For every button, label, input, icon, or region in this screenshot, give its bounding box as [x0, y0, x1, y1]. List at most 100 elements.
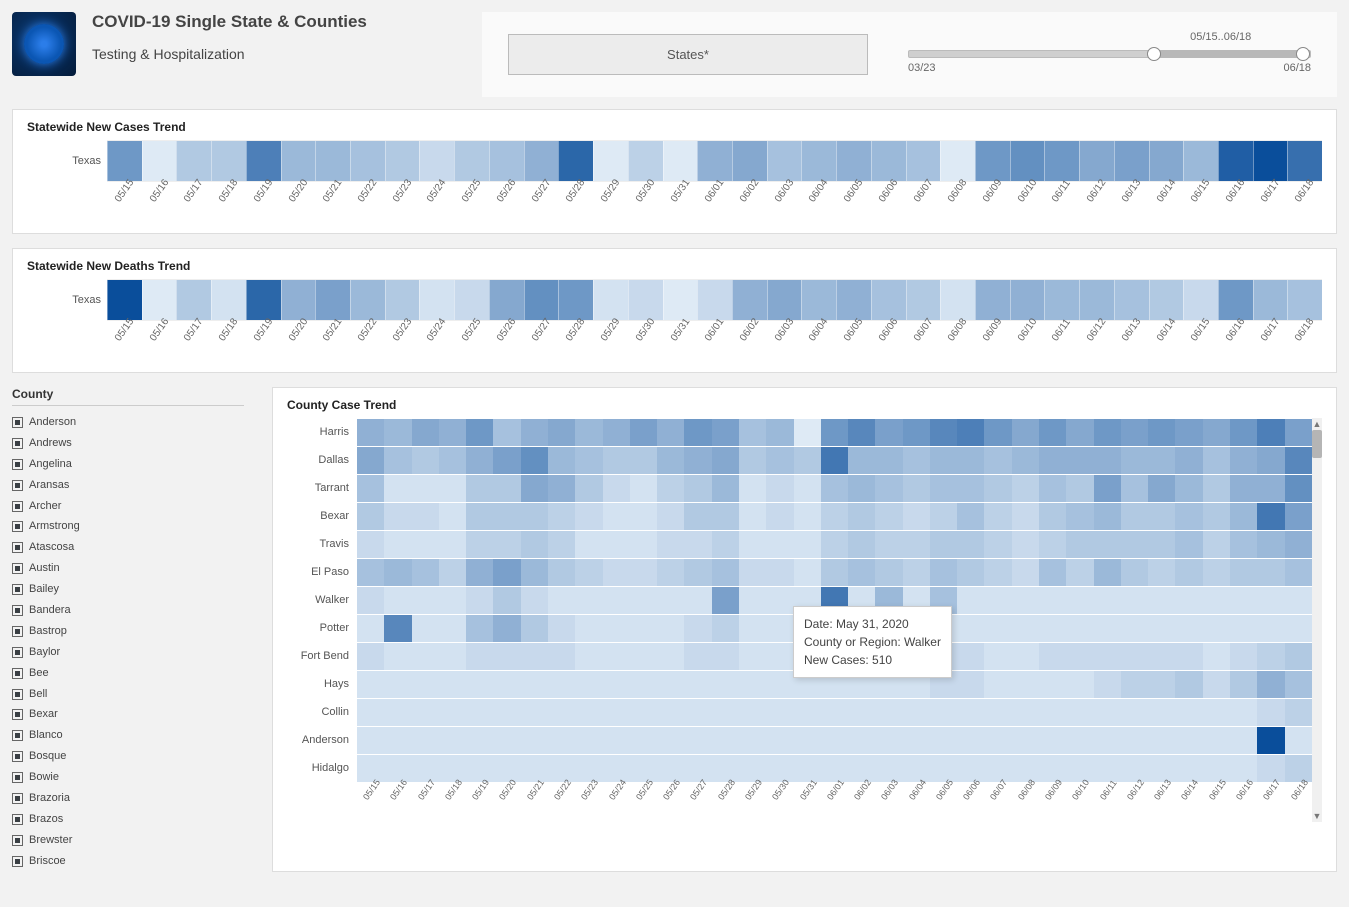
filter-item[interactable]: Angelina	[12, 454, 244, 475]
heatmap-cell[interactable]	[1094, 447, 1121, 474]
filter-item[interactable]: Briscoe	[12, 851, 244, 872]
heatmap-cell[interactable]	[1039, 559, 1066, 586]
heatmap-cell[interactable]	[930, 475, 957, 502]
heatmap-cell[interactable]	[984, 587, 1011, 614]
heatmap-cell[interactable]	[712, 447, 739, 474]
heatmap-cell[interactable]	[575, 643, 602, 670]
heatmap-cell[interactable]	[439, 447, 466, 474]
heatmap-cell[interactable]	[1039, 531, 1066, 558]
heatmap-cell[interactable]	[984, 671, 1011, 698]
heatmap-cell[interactable]	[521, 475, 548, 502]
heatmap-cell[interactable]	[1175, 643, 1202, 670]
heatmap-cell[interactable]	[439, 531, 466, 558]
heatmap-cell[interactable]	[957, 643, 984, 670]
heatmap-cell[interactable]	[739, 419, 766, 446]
heatmap-cell[interactable]	[684, 419, 711, 446]
heatmap-cell[interactable]	[930, 559, 957, 586]
heatmap-cell[interactable]	[1039, 503, 1066, 530]
heatmap-cell[interactable]	[521, 699, 548, 726]
heatmap-cell[interactable]	[1285, 447, 1312, 474]
heatmap-cell[interactable]	[821, 447, 848, 474]
heatmap-cell[interactable]	[1066, 587, 1093, 614]
heatmap-cell[interactable]	[984, 475, 1011, 502]
heatmap-cell[interactable]	[412, 727, 439, 754]
heatmap-cell[interactable]	[657, 671, 684, 698]
checkbox-icon[interactable]	[12, 793, 23, 804]
heatmap-cell[interactable]	[684, 475, 711, 502]
heatmap-cell[interactable]	[657, 615, 684, 642]
heatmap-cell[interactable]	[357, 643, 384, 670]
heatmap-cell[interactable]	[1175, 503, 1202, 530]
heatmap-cell[interactable]	[466, 503, 493, 530]
heatmap-cell[interactable]	[903, 447, 930, 474]
heatmap-cell[interactable]	[493, 559, 520, 586]
heatmap-cell[interactable]	[875, 447, 902, 474]
heatmap-cell[interactable]	[412, 447, 439, 474]
heatmap-cell[interactable]	[712, 587, 739, 614]
heatmap-cell[interactable]	[903, 559, 930, 586]
heatmap-cell[interactable]	[984, 643, 1011, 670]
heatmap-cell[interactable]	[739, 503, 766, 530]
heatmap-cell[interactable]	[466, 587, 493, 614]
heatmap-cell[interactable]	[903, 419, 930, 446]
heatmap-cell[interactable]	[684, 643, 711, 670]
heatmap-cell[interactable]	[603, 727, 630, 754]
heatmap-cell[interactable]	[603, 531, 630, 558]
checkbox-icon[interactable]	[12, 856, 23, 867]
heatmap-cell[interactable]	[984, 531, 1011, 558]
heatmap-cell[interactable]	[575, 531, 602, 558]
heatmap-cell[interactable]	[739, 447, 766, 474]
heatmap-cell[interactable]	[439, 671, 466, 698]
heatmap-cell[interactable]	[1285, 475, 1312, 502]
heatmap-cell[interactable]	[903, 727, 930, 754]
filter-item[interactable]: Andrews	[12, 433, 244, 454]
heatmap-cell[interactable]	[1039, 447, 1066, 474]
heatmap-cell[interactable]	[1039, 475, 1066, 502]
heatmap-cell[interactable]	[1012, 587, 1039, 614]
heatmap-cell[interactable]	[903, 475, 930, 502]
checkbox-icon[interactable]	[12, 438, 23, 449]
heatmap-cell[interactable]	[957, 531, 984, 558]
heatmap-cell[interactable]	[766, 587, 793, 614]
heatmap-cell[interactable]	[848, 699, 875, 726]
heatmap-cell[interactable]	[1257, 671, 1284, 698]
heatmap-cell[interactable]	[657, 475, 684, 502]
heatmap-cell[interactable]	[712, 643, 739, 670]
heatmap-cell[interactable]	[1012, 643, 1039, 670]
heatmap-cell[interactable]	[821, 503, 848, 530]
heatmap-cell[interactable]	[984, 447, 1011, 474]
scroll-thumb[interactable]	[1312, 430, 1322, 458]
heatmap-cell[interactable]	[1257, 727, 1284, 754]
heatmap-cell[interactable]	[466, 531, 493, 558]
heatmap-cell[interactable]	[439, 503, 466, 530]
heatmap-cell[interactable]	[1148, 503, 1175, 530]
filter-item[interactable]: Anderson	[12, 412, 244, 433]
heatmap-cell[interactable]	[575, 447, 602, 474]
heatmap-cell[interactable]	[1066, 531, 1093, 558]
heatmap-cell[interactable]	[1066, 671, 1093, 698]
heatmap-cell[interactable]	[575, 475, 602, 502]
heatmap-cell[interactable]	[739, 615, 766, 642]
heatmap-cell[interactable]	[1094, 727, 1121, 754]
heatmap-cell[interactable]	[712, 615, 739, 642]
heatmap-cell[interactable]	[1039, 643, 1066, 670]
heatmap-cell[interactable]	[1257, 531, 1284, 558]
heatmap-cell[interactable]	[548, 727, 575, 754]
heatmap-cell[interactable]	[493, 587, 520, 614]
heatmap-cell[interactable]	[439, 643, 466, 670]
heatmap-cell[interactable]	[521, 615, 548, 642]
heatmap-cell[interactable]	[603, 643, 630, 670]
filter-item[interactable]: Bowie	[12, 767, 244, 788]
heatmap-cell[interactable]	[1121, 503, 1148, 530]
heatmap-cell[interactable]	[984, 559, 1011, 586]
heatmap-cell[interactable]	[630, 727, 657, 754]
heatmap-cell[interactable]	[1230, 699, 1257, 726]
heatmap-cell[interactable]	[521, 503, 548, 530]
heatmap-cell[interactable]	[630, 587, 657, 614]
checkbox-icon[interactable]	[12, 668, 23, 679]
heatmap-cell[interactable]	[657, 643, 684, 670]
scroll-up-icon[interactable]: ▲	[1312, 418, 1322, 430]
heatmap-cell[interactable]	[1066, 643, 1093, 670]
filter-item[interactable]: Bastrop	[12, 621, 244, 642]
heatmap-cell[interactable]	[466, 699, 493, 726]
